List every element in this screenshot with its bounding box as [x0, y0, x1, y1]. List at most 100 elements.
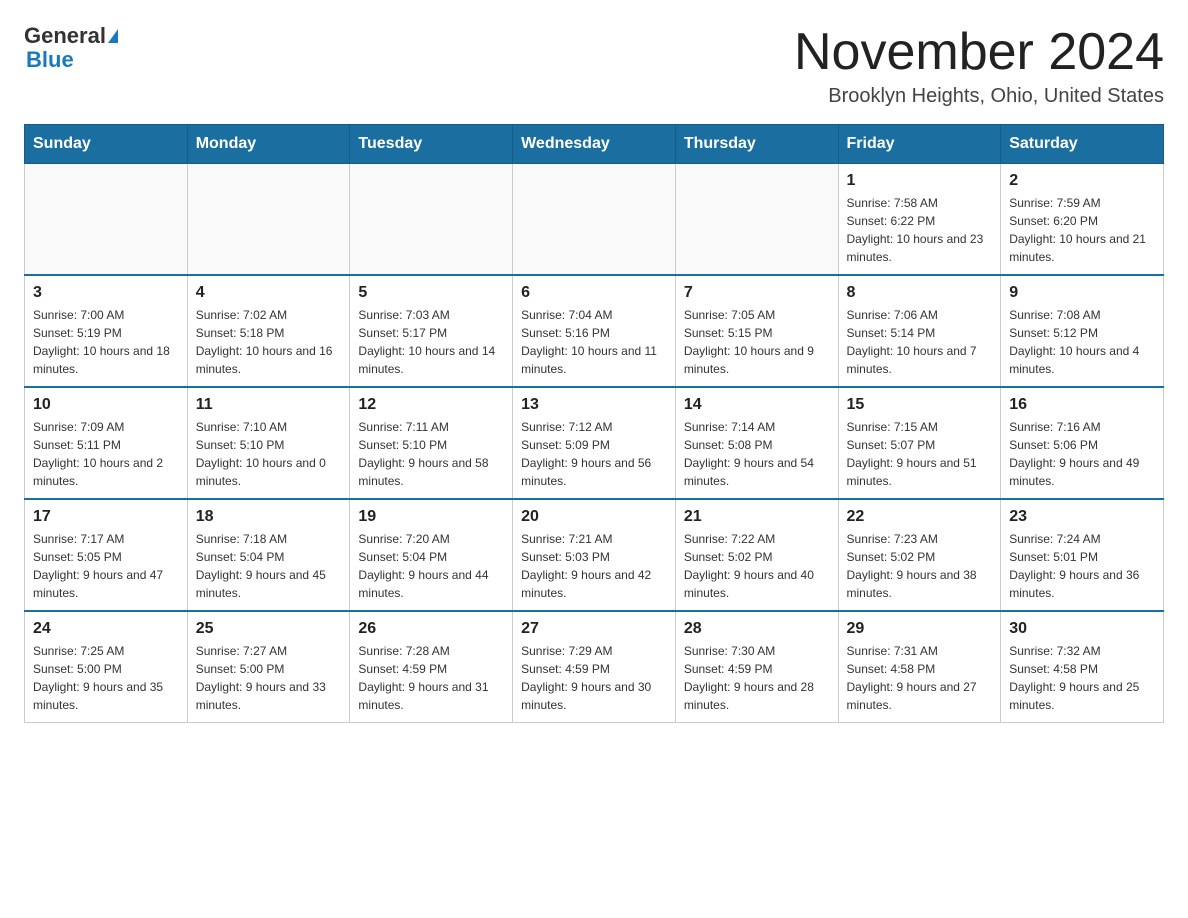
calendar-cell: 3Sunrise: 7:00 AM Sunset: 5:19 PM Daylig…	[25, 275, 188, 387]
day-info: Sunrise: 7:25 AM Sunset: 5:00 PM Dayligh…	[33, 642, 179, 714]
calendar-cell: 30 Sunrise: 7:32 AM Sunset: 4:58 PM Dayli…	[1001, 611, 1164, 723]
weekday-header-friday: Friday	[838, 125, 1001, 164]
logo-triangle-icon	[108, 29, 118, 43]
calendar-cell: 7Sunrise: 7:05 AM Sunset: 5:15 PM Daylig…	[675, 275, 838, 387]
day-info: Sunrise: 7:24 AM Sunset: 5:01 PM Dayligh…	[1009, 530, 1155, 602]
day-info: Sunrise: 7:29 AM Sunset: 4:59 PM Dayligh…	[521, 642, 667, 714]
calendar-week-row: 1Sunrise: 7:58 AM Sunset: 6:22 PM Daylig…	[25, 164, 1164, 276]
day-number: 10	[33, 396, 179, 414]
day-info: Sunrise: 7:21 AM Sunset: 5:03 PM Dayligh…	[521, 530, 667, 602]
calendar-cell: 13 Sunrise: 7:12 AM Sunset: 5:09 PM Dayli…	[513, 387, 676, 499]
day-number: 12	[358, 396, 504, 414]
calendar-cell: 4 Sunrise: 7:02 AM Sunset: 5:18 PM Daylig…	[187, 275, 350, 387]
day-number: 19	[358, 508, 504, 526]
calendar-cell: 8 Sunrise: 7:06 AM Sunset: 5:14 PM Daylig…	[838, 275, 1001, 387]
day-info: Sunrise: 7:28 AM Sunset: 4:59 PM Dayligh…	[358, 642, 504, 714]
calendar-cell: 12 Sunrise: 7:11 AM Sunset: 5:10 PM Dayli…	[350, 387, 513, 499]
day-info: Sunrise: 7:58 AM Sunset: 6:22 PM Dayligh…	[847, 194, 993, 266]
day-number: 30	[1009, 620, 1155, 638]
calendar-cell	[187, 164, 350, 276]
day-info: Sunrise: 7:12 AM Sunset: 5:09 PM Dayligh…	[521, 418, 667, 490]
day-info: Sunrise: 7:15 AM Sunset: 5:07 PM Dayligh…	[847, 418, 993, 490]
day-number: 8	[847, 284, 993, 302]
calendar-cell: 19Sunrise: 7:20 AM Sunset: 5:04 PM Dayli…	[350, 499, 513, 611]
day-info: Sunrise: 7:59 AM Sunset: 6:20 PM Dayligh…	[1009, 194, 1155, 266]
day-number: 27	[521, 620, 667, 638]
day-number: 4	[196, 284, 342, 302]
calendar-cell	[350, 164, 513, 276]
day-number: 17	[33, 508, 179, 526]
day-number: 23	[1009, 508, 1155, 526]
day-info: Sunrise: 7:03 AM Sunset: 5:17 PM Dayligh…	[358, 306, 504, 378]
day-info: Sunrise: 7:09 AM Sunset: 5:11 PM Dayligh…	[33, 418, 179, 490]
calendar-cell: 20 Sunrise: 7:21 AM Sunset: 5:03 PM Dayli…	[513, 499, 676, 611]
logo-general: General	[24, 24, 106, 48]
calendar-cell: 17 Sunrise: 7:17 AM Sunset: 5:05 PM Dayli…	[25, 499, 188, 611]
weekday-header-monday: Monday	[187, 125, 350, 164]
day-info: Sunrise: 7:16 AM Sunset: 5:06 PM Dayligh…	[1009, 418, 1155, 490]
calendar-cell: 15 Sunrise: 7:15 AM Sunset: 5:07 PM Dayli…	[838, 387, 1001, 499]
day-info: Sunrise: 7:17 AM Sunset: 5:05 PM Dayligh…	[33, 530, 179, 602]
calendar-cell: 26Sunrise: 7:28 AM Sunset: 4:59 PM Dayli…	[350, 611, 513, 723]
day-info: Sunrise: 7:23 AM Sunset: 5:02 PM Dayligh…	[847, 530, 993, 602]
day-info: Sunrise: 7:27 AM Sunset: 5:00 PM Dayligh…	[196, 642, 342, 714]
day-number: 5	[358, 284, 504, 302]
day-number: 13	[521, 396, 667, 414]
weekday-header-thursday: Thursday	[675, 125, 838, 164]
weekday-header-row: SundayMondayTuesdayWednesdayThursdayFrid…	[25, 125, 1164, 164]
page-header: General Blue November 2024 Brooklyn Heig…	[24, 24, 1164, 108]
location-title: Brooklyn Heights, Ohio, United States	[794, 85, 1164, 108]
calendar-table: SundayMondayTuesdayWednesdayThursdayFrid…	[24, 124, 1164, 723]
day-number: 16	[1009, 396, 1155, 414]
calendar-cell: 21 Sunrise: 7:22 AM Sunset: 5:02 PM Dayli…	[675, 499, 838, 611]
calendar-cell: 29 Sunrise: 7:31 AM Sunset: 4:58 PM Dayli…	[838, 611, 1001, 723]
logo-blue: Blue	[26, 48, 74, 72]
calendar-cell: 11Sunrise: 7:10 AM Sunset: 5:10 PM Dayli…	[187, 387, 350, 499]
logo: General Blue	[24, 24, 118, 72]
day-number: 20	[521, 508, 667, 526]
calendar-week-row: 24 Sunrise: 7:25 AM Sunset: 5:00 PM Dayli…	[25, 611, 1164, 723]
calendar-week-row: 10 Sunrise: 7:09 AM Sunset: 5:11 PM Dayli…	[25, 387, 1164, 499]
calendar-cell: 23 Sunrise: 7:24 AM Sunset: 5:01 PM Dayli…	[1001, 499, 1164, 611]
day-info: Sunrise: 7:18 AM Sunset: 5:04 PM Dayligh…	[196, 530, 342, 602]
calendar-cell	[675, 164, 838, 276]
weekday-header-saturday: Saturday	[1001, 125, 1164, 164]
day-info: Sunrise: 7:02 AM Sunset: 5:18 PM Dayligh…	[196, 306, 342, 378]
calendar-cell: 25 Sunrise: 7:27 AM Sunset: 5:00 PM Dayli…	[187, 611, 350, 723]
day-number: 21	[684, 508, 830, 526]
day-number: 29	[847, 620, 993, 638]
weekday-header-tuesday: Tuesday	[350, 125, 513, 164]
calendar-week-row: 17 Sunrise: 7:17 AM Sunset: 5:05 PM Dayli…	[25, 499, 1164, 611]
day-info: Sunrise: 7:04 AM Sunset: 5:16 PM Dayligh…	[521, 306, 667, 378]
day-info: Sunrise: 7:06 AM Sunset: 5:14 PM Dayligh…	[847, 306, 993, 378]
weekday-header-wednesday: Wednesday	[513, 125, 676, 164]
calendar-cell: 14Sunrise: 7:14 AM Sunset: 5:08 PM Dayli…	[675, 387, 838, 499]
day-info: Sunrise: 7:11 AM Sunset: 5:10 PM Dayligh…	[358, 418, 504, 490]
day-number: 3	[33, 284, 179, 302]
day-info: Sunrise: 7:22 AM Sunset: 5:02 PM Dayligh…	[684, 530, 830, 602]
calendar-cell: 5 Sunrise: 7:03 AM Sunset: 5:17 PM Daylig…	[350, 275, 513, 387]
day-number: 15	[847, 396, 993, 414]
day-info: Sunrise: 7:14 AM Sunset: 5:08 PM Dayligh…	[684, 418, 830, 490]
day-info: Sunrise: 7:10 AM Sunset: 5:10 PM Dayligh…	[196, 418, 342, 490]
day-number: 28	[684, 620, 830, 638]
calendar-cell: 22 Sunrise: 7:23 AM Sunset: 5:02 PM Dayli…	[838, 499, 1001, 611]
calendar-cell: 27 Sunrise: 7:29 AM Sunset: 4:59 PM Dayli…	[513, 611, 676, 723]
day-info: Sunrise: 7:32 AM Sunset: 4:58 PM Dayligh…	[1009, 642, 1155, 714]
day-number: 7	[684, 284, 830, 302]
calendar-cell: 28 Sunrise: 7:30 AM Sunset: 4:59 PM Dayli…	[675, 611, 838, 723]
day-info: Sunrise: 7:08 AM Sunset: 5:12 PM Dayligh…	[1009, 306, 1155, 378]
calendar-cell: 2 Sunrise: 7:59 AM Sunset: 6:20 PM Daylig…	[1001, 164, 1164, 276]
day-number: 9	[1009, 284, 1155, 302]
day-number: 25	[196, 620, 342, 638]
day-info: Sunrise: 7:31 AM Sunset: 4:58 PM Dayligh…	[847, 642, 993, 714]
day-info: Sunrise: 7:30 AM Sunset: 4:59 PM Dayligh…	[684, 642, 830, 714]
day-number: 22	[847, 508, 993, 526]
calendar-cell: 1Sunrise: 7:58 AM Sunset: 6:22 PM Daylig…	[838, 164, 1001, 276]
weekday-header-sunday: Sunday	[25, 125, 188, 164]
day-number: 24	[33, 620, 179, 638]
month-title: November 2024	[794, 24, 1164, 81]
day-number: 2	[1009, 172, 1155, 190]
day-number: 18	[196, 508, 342, 526]
calendar-cell: 18 Sunrise: 7:18 AM Sunset: 5:04 PM Dayli…	[187, 499, 350, 611]
